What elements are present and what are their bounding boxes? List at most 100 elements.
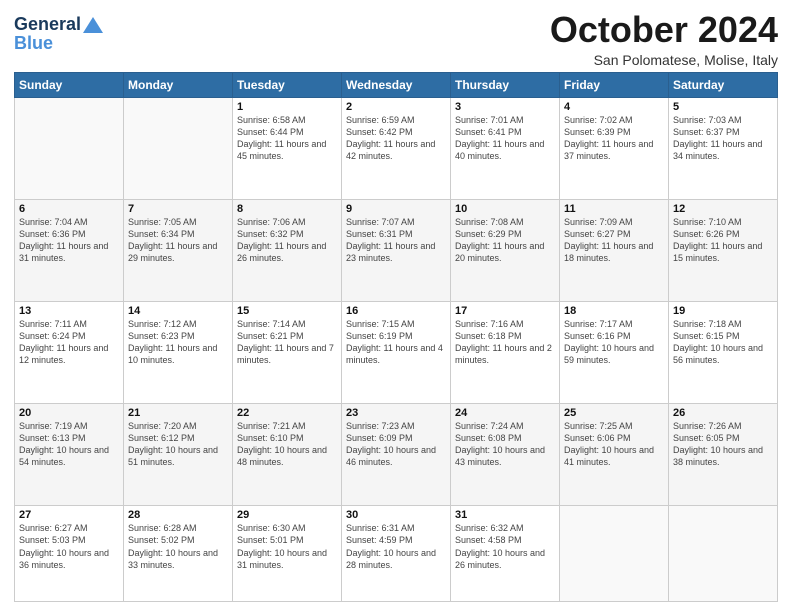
day-info: Sunrise: 7:12 AM Sunset: 6:23 PM Dayligh… <box>128 318 228 367</box>
day-info: Sunrise: 7:17 AM Sunset: 6:16 PM Dayligh… <box>564 318 664 367</box>
day-number: 15 <box>237 305 337 317</box>
day-info: Sunrise: 7:01 AM Sunset: 6:41 PM Dayligh… <box>455 114 555 163</box>
day-number: 8 <box>237 203 337 215</box>
day-number: 13 <box>19 305 119 317</box>
day-of-week-header: Saturday <box>669 72 778 97</box>
logo-text: General <box>14 14 105 35</box>
day-info: Sunrise: 7:21 AM Sunset: 6:10 PM Dayligh… <box>237 420 337 469</box>
calendar-cell: 26Sunrise: 7:26 AM Sunset: 6:05 PM Dayli… <box>669 404 778 506</box>
calendar-cell: 14Sunrise: 7:12 AM Sunset: 6:23 PM Dayli… <box>124 301 233 403</box>
day-number: 16 <box>346 305 446 317</box>
day-of-week-header: Thursday <box>451 72 560 97</box>
day-info: Sunrise: 7:24 AM Sunset: 6:08 PM Dayligh… <box>455 420 555 469</box>
day-number: 2 <box>346 101 446 113</box>
day-number: 24 <box>455 407 555 419</box>
day-number: 26 <box>673 407 773 419</box>
calendar-cell: 3Sunrise: 7:01 AM Sunset: 6:41 PM Daylig… <box>451 97 560 199</box>
calendar-cell <box>15 97 124 199</box>
location-subtitle: San Polomatese, Molise, Italy <box>550 52 778 68</box>
day-number: 27 <box>19 509 119 521</box>
calendar-cell: 24Sunrise: 7:24 AM Sunset: 6:08 PM Dayli… <box>451 404 560 506</box>
calendar-cell: 4Sunrise: 7:02 AM Sunset: 6:39 PM Daylig… <box>560 97 669 199</box>
day-number: 3 <box>455 101 555 113</box>
day-number: 12 <box>673 203 773 215</box>
day-number: 9 <box>346 203 446 215</box>
day-of-week-header: Sunday <box>15 72 124 97</box>
day-info: Sunrise: 7:19 AM Sunset: 6:13 PM Dayligh… <box>19 420 119 469</box>
calendar-cell: 17Sunrise: 7:16 AM Sunset: 6:18 PM Dayli… <box>451 301 560 403</box>
calendar-cell: 12Sunrise: 7:10 AM Sunset: 6:26 PM Dayli… <box>669 199 778 301</box>
calendar-cell: 9Sunrise: 7:07 AM Sunset: 6:31 PM Daylig… <box>342 199 451 301</box>
day-of-week-header: Wednesday <box>342 72 451 97</box>
day-number: 14 <box>128 305 228 317</box>
day-number: 1 <box>237 101 337 113</box>
day-info: Sunrise: 6:30 AM Sunset: 5:01 PM Dayligh… <box>237 522 337 571</box>
day-info: Sunrise: 7:09 AM Sunset: 6:27 PM Dayligh… <box>564 216 664 265</box>
calendar-cell: 2Sunrise: 6:59 AM Sunset: 6:42 PM Daylig… <box>342 97 451 199</box>
calendar-cell: 13Sunrise: 7:11 AM Sunset: 6:24 PM Dayli… <box>15 301 124 403</box>
header: General Blue October 2024 San Polomatese… <box>14 10 778 68</box>
title-block: October 2024 San Polomatese, Molise, Ita… <box>550 10 778 68</box>
day-of-week-header: Friday <box>560 72 669 97</box>
calendar-table: SundayMondayTuesdayWednesdayThursdayFrid… <box>14 72 778 602</box>
day-info: Sunrise: 7:04 AM Sunset: 6:36 PM Dayligh… <box>19 216 119 265</box>
calendar-cell: 16Sunrise: 7:15 AM Sunset: 6:19 PM Dayli… <box>342 301 451 403</box>
day-info: Sunrise: 7:06 AM Sunset: 6:32 PM Dayligh… <box>237 216 337 265</box>
calendar-week-row: 13Sunrise: 7:11 AM Sunset: 6:24 PM Dayli… <box>15 301 778 403</box>
day-number: 29 <box>237 509 337 521</box>
day-of-week-header: Monday <box>124 72 233 97</box>
day-info: Sunrise: 7:08 AM Sunset: 6:29 PM Dayligh… <box>455 216 555 265</box>
day-number: 31 <box>455 509 555 521</box>
day-info: Sunrise: 7:14 AM Sunset: 6:21 PM Dayligh… <box>237 318 337 367</box>
calendar-header-row: SundayMondayTuesdayWednesdayThursdayFrid… <box>15 72 778 97</box>
day-number: 18 <box>564 305 664 317</box>
calendar-cell: 31Sunrise: 6:32 AM Sunset: 4:58 PM Dayli… <box>451 506 560 602</box>
day-info: Sunrise: 7:23 AM Sunset: 6:09 PM Dayligh… <box>346 420 446 469</box>
calendar-cell: 5Sunrise: 7:03 AM Sunset: 6:37 PM Daylig… <box>669 97 778 199</box>
calendar-cell <box>124 97 233 199</box>
calendar-cell: 23Sunrise: 7:23 AM Sunset: 6:09 PM Dayli… <box>342 404 451 506</box>
page: General Blue October 2024 San Polomatese… <box>0 0 792 612</box>
calendar-cell: 10Sunrise: 7:08 AM Sunset: 6:29 PM Dayli… <box>451 199 560 301</box>
day-number: 4 <box>564 101 664 113</box>
calendar-week-row: 27Sunrise: 6:27 AM Sunset: 5:03 PM Dayli… <box>15 506 778 602</box>
calendar-cell: 19Sunrise: 7:18 AM Sunset: 6:15 PM Dayli… <box>669 301 778 403</box>
day-info: Sunrise: 6:58 AM Sunset: 6:44 PM Dayligh… <box>237 114 337 163</box>
day-info: Sunrise: 6:27 AM Sunset: 5:03 PM Dayligh… <box>19 522 119 571</box>
day-number: 17 <box>455 305 555 317</box>
day-info: Sunrise: 7:15 AM Sunset: 6:19 PM Dayligh… <box>346 318 446 367</box>
day-number: 20 <box>19 407 119 419</box>
day-info: Sunrise: 7:05 AM Sunset: 6:34 PM Dayligh… <box>128 216 228 265</box>
day-number: 11 <box>564 203 664 215</box>
calendar-cell: 29Sunrise: 6:30 AM Sunset: 5:01 PM Dayli… <box>233 506 342 602</box>
day-info: Sunrise: 7:18 AM Sunset: 6:15 PM Dayligh… <box>673 318 773 367</box>
calendar-cell <box>560 506 669 602</box>
calendar-cell: 7Sunrise: 7:05 AM Sunset: 6:34 PM Daylig… <box>124 199 233 301</box>
logo-icon <box>82 16 104 34</box>
calendar-cell: 15Sunrise: 7:14 AM Sunset: 6:21 PM Dayli… <box>233 301 342 403</box>
day-number: 10 <box>455 203 555 215</box>
day-number: 22 <box>237 407 337 419</box>
day-info: Sunrise: 7:10 AM Sunset: 6:26 PM Dayligh… <box>673 216 773 265</box>
calendar-cell: 11Sunrise: 7:09 AM Sunset: 6:27 PM Dayli… <box>560 199 669 301</box>
calendar-week-row: 1Sunrise: 6:58 AM Sunset: 6:44 PM Daylig… <box>15 97 778 199</box>
day-info: Sunrise: 6:59 AM Sunset: 6:42 PM Dayligh… <box>346 114 446 163</box>
day-info: Sunrise: 7:16 AM Sunset: 6:18 PM Dayligh… <box>455 318 555 367</box>
day-info: Sunrise: 6:31 AM Sunset: 4:59 PM Dayligh… <box>346 522 446 571</box>
calendar-cell: 27Sunrise: 6:27 AM Sunset: 5:03 PM Dayli… <box>15 506 124 602</box>
day-info: Sunrise: 6:28 AM Sunset: 5:02 PM Dayligh… <box>128 522 228 571</box>
calendar-cell: 25Sunrise: 7:25 AM Sunset: 6:06 PM Dayli… <box>560 404 669 506</box>
calendar-cell: 18Sunrise: 7:17 AM Sunset: 6:16 PM Dayli… <box>560 301 669 403</box>
day-number: 7 <box>128 203 228 215</box>
calendar-cell: 1Sunrise: 6:58 AM Sunset: 6:44 PM Daylig… <box>233 97 342 199</box>
day-info: Sunrise: 7:25 AM Sunset: 6:06 PM Dayligh… <box>564 420 664 469</box>
day-number: 25 <box>564 407 664 419</box>
day-info: Sunrise: 7:26 AM Sunset: 6:05 PM Dayligh… <box>673 420 773 469</box>
day-info: Sunrise: 7:02 AM Sunset: 6:39 PM Dayligh… <box>564 114 664 163</box>
calendar-week-row: 6Sunrise: 7:04 AM Sunset: 6:36 PM Daylig… <box>15 199 778 301</box>
month-title: October 2024 <box>550 10 778 50</box>
calendar-cell: 28Sunrise: 6:28 AM Sunset: 5:02 PM Dayli… <box>124 506 233 602</box>
logo-blue: Blue <box>14 33 105 54</box>
day-number: 28 <box>128 509 228 521</box>
day-info: Sunrise: 6:32 AM Sunset: 4:58 PM Dayligh… <box>455 522 555 571</box>
